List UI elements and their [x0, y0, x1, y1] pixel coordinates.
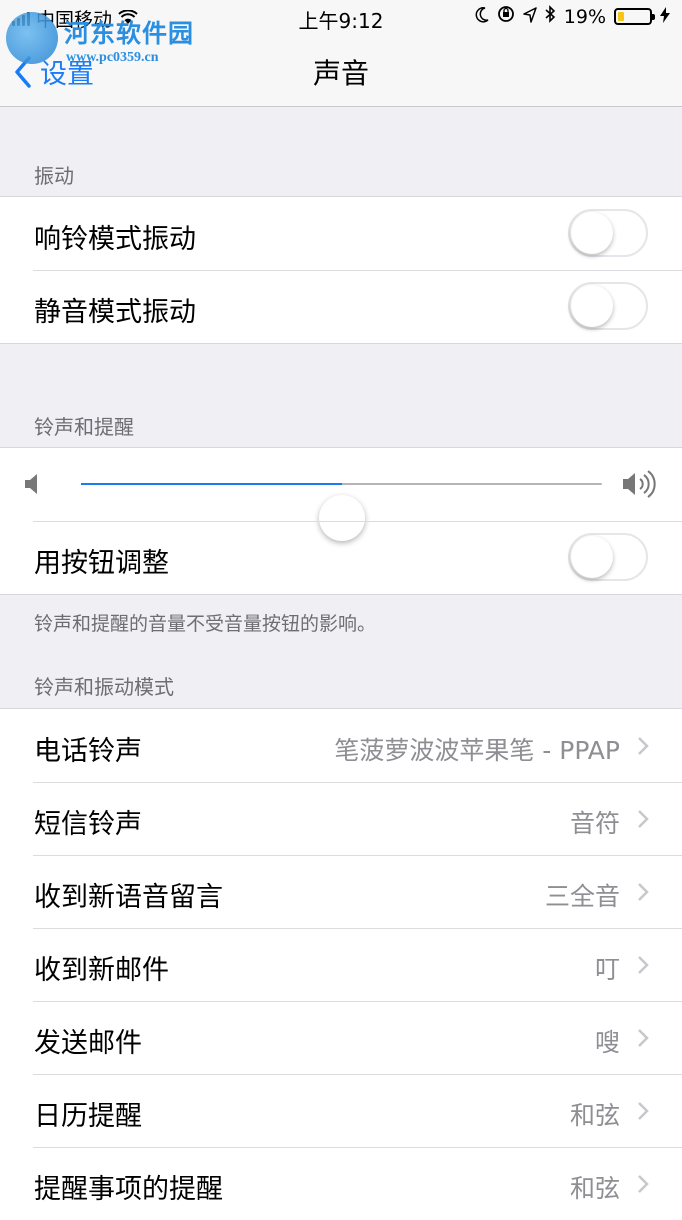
- watermark-logo-icon: [6, 12, 58, 64]
- watermark-title: 河东软件园: [64, 19, 195, 48]
- chevron-right-icon: [638, 737, 649, 755]
- calendar-alerts-label: 日历提醒: [34, 1101, 142, 1132]
- ringer-group: 用按钮调整: [0, 447, 682, 595]
- status-right: 19%: [475, 5, 670, 28]
- list-item[interactable]: 收到新邮件 叮: [0, 928, 682, 1001]
- volume-slider[interactable]: [81, 483, 602, 541]
- ringtone-label: 电话铃声: [34, 736, 142, 767]
- vibration-group: 响铃模式振动 静音模式振动: [0, 196, 682, 344]
- sent-mail-value: 嗖: [594, 1028, 620, 1057]
- list-item[interactable]: 电话铃声 笔菠萝波波苹果笔 - PPAP: [0, 709, 682, 782]
- volume-slider-row: [0, 448, 682, 541]
- list-item[interactable]: 日历提醒 和弦: [0, 1074, 682, 1147]
- chevron-right-icon: [638, 956, 649, 974]
- volume-high-icon: [623, 470, 656, 498]
- adjust-with-buttons-row: 用按钮调整: [0, 521, 682, 594]
- watermark-url: www.pc0359.cn: [66, 50, 159, 65]
- battery-icon: [614, 8, 655, 25]
- chevron-right-icon: [638, 1102, 649, 1120]
- list-item[interactable]: 短信铃声 音符: [0, 782, 682, 855]
- list-item[interactable]: 提醒事项的提醒 和弦: [0, 1147, 682, 1220]
- new-mail-label: 收到新邮件: [34, 955, 169, 986]
- new-voicemail-value: 三全音: [544, 882, 620, 911]
- watermark: 河东软件园 www.pc0359.cn: [6, 4, 216, 74]
- chevron-right-icon: [638, 883, 649, 901]
- ringtone-value: 笔菠萝波波苹果笔 - PPAP: [334, 736, 620, 765]
- battery-percent: 19%: [563, 5, 606, 28]
- charging-icon: [660, 6, 670, 28]
- patterns-group: 电话铃声 笔菠萝波波苹果笔 - PPAP 短信铃声 音符 收到新语音留言 三全音…: [0, 708, 682, 1220]
- chevron-right-icon: [638, 1175, 649, 1193]
- reminder-alerts-label: 提醒事项的提醒: [34, 1174, 223, 1205]
- section-header-ringer: 铃声和提醒: [34, 415, 134, 439]
- new-voicemail-label: 收到新语音留言: [34, 882, 223, 913]
- new-mail-value: 叮: [594, 955, 620, 984]
- ringer-footer-note: 铃声和提醒的音量不受音量按钮的影响。: [34, 613, 377, 635]
- adjust-with-buttons-label: 用按钮调整: [34, 548, 169, 579]
- ring-vibrate-label: 响铃模式振动: [34, 224, 196, 255]
- volume-low-icon: [25, 474, 37, 494]
- sent-mail-label: 发送邮件: [34, 1028, 142, 1059]
- silent-vibrate-toggle[interactable]: [568, 282, 648, 330]
- silent-vibrate-label: 静音模式振动: [34, 297, 196, 328]
- ring-vibrate-toggle[interactable]: [568, 209, 648, 257]
- rotation-lock-icon: [497, 5, 515, 28]
- section-header-vibration: 振动: [34, 164, 74, 188]
- location-icon: [523, 6, 537, 28]
- silent-vibrate-row: 静音模式振动: [0, 270, 682, 343]
- ring-vibrate-row: 响铃模式振动: [0, 197, 682, 270]
- list-item[interactable]: 发送邮件 嗖: [0, 1001, 682, 1074]
- bluetooth-icon: [545, 5, 556, 28]
- reminder-alerts-value: 和弦: [569, 1174, 620, 1203]
- list-item[interactable]: 收到新语音留言 三全音: [0, 855, 682, 928]
- text-tone-value: 音符: [569, 809, 620, 838]
- section-header-patterns: 铃声和振动模式: [34, 675, 174, 699]
- chevron-right-icon: [638, 810, 649, 828]
- calendar-alerts-value: 和弦: [569, 1101, 620, 1130]
- text-tone-label: 短信铃声: [34, 809, 142, 840]
- adjust-with-buttons-toggle[interactable]: [568, 533, 648, 581]
- moon-icon: [475, 6, 489, 28]
- chevron-right-icon: [638, 1029, 649, 1047]
